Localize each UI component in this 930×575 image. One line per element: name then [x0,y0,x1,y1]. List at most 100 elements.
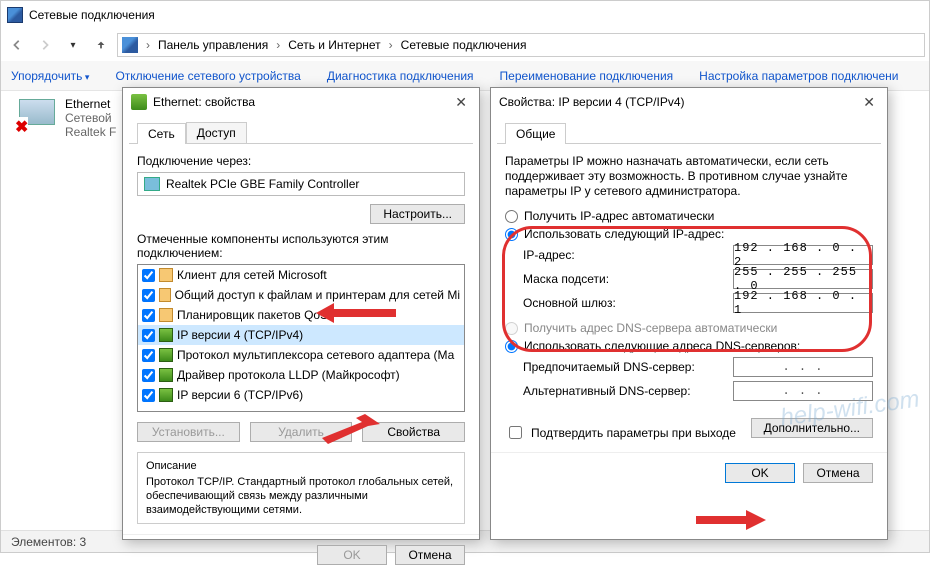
ip-address-input[interactable]: 192 . 168 . 0 . 2 [733,245,873,265]
ipv4-properties-dialog: Свойства: IP версии 4 (TCP/IPv4) ✕ Общие… [490,87,888,540]
radio-auto-ip-input[interactable] [505,210,518,223]
cancel-button[interactable]: Отмена [395,545,465,565]
gateway-label: Основной шлюз: [523,296,616,310]
radio-manual-ip-input[interactable] [505,228,518,241]
adapter-name: Ethernet [65,97,116,111]
radio-manual-ip-label: Использовать следующий IP-адрес: [524,227,724,241]
back-button[interactable] [5,33,29,57]
address-bar[interactable]: › Панель управления › Сеть и Интернет › … [117,33,925,57]
service-icon [159,288,171,302]
cmd-rename[interactable]: Переименование подключения [500,69,674,83]
validate-checkbox-row[interactable]: Подтвердить параметры при выходе [505,423,736,442]
tabs: Сеть Доступ [129,118,473,144]
component-item[interactable]: Драйвер протокола LLDP (Майкрософт) [138,365,464,385]
component-checkbox[interactable] [142,369,155,382]
component-label: IP версии 4 (TCP/IPv4) [177,328,303,342]
alt-dns-label: Альтернативный DNS-сервер: [523,384,691,398]
network-icon [7,7,23,23]
radio-manual-dns-input[interactable] [505,340,518,353]
component-item[interactable]: Протокол мультиплексора сетевого адаптер… [138,345,464,365]
protocol-icon [159,328,173,342]
crumb-control-panel[interactable]: Панель управления [158,38,268,52]
dialog-titlebar: Свойства: IP версии 4 (TCP/IPv4) ✕ [491,88,887,116]
arrow-right-icon [39,38,51,52]
location-icon [122,37,138,53]
pref-dns-input[interactable]: . . . [733,357,873,377]
adapter-state: Сетевой [65,111,116,125]
component-item[interactable]: Общий доступ к файлам и принтерам для се… [138,285,464,305]
components-label: Отмеченные компоненты используются этим … [137,232,465,260]
configure-button[interactable]: Настроить... [370,204,465,224]
crumb-network-connections[interactable]: Сетевые подключения [401,38,527,52]
advanced-button[interactable]: Дополнительно... [751,418,873,438]
protocol-icon [159,348,173,362]
cmd-organize[interactable]: Упорядочить [11,69,89,83]
component-checkbox[interactable] [142,349,155,362]
components-list[interactable]: Клиент для сетей Microsoft Общий доступ к… [137,264,465,412]
dialog-title: Ethernet: свойства [153,95,255,109]
component-checkbox[interactable] [142,289,155,302]
cmd-disable-device[interactable]: Отключение сетевого устройства [115,69,300,83]
adapter-name-value: Realtek PCIe GBE Family Controller [166,177,359,191]
tab-general[interactable]: Общие [505,123,566,144]
window-title: Сетевые подключения [29,8,155,22]
dialog-title: Свойства: IP версии 4 (TCP/IPv4) [499,95,685,109]
ok-button[interactable]: OK [317,545,387,565]
component-checkbox[interactable] [142,309,155,322]
description-box: Описание Протокол TCP/IP. Стандартный пр… [137,452,465,524]
radio-auto-dns-label: Получить адрес DNS-сервера автоматически [524,321,777,335]
radio-manual-dns[interactable]: Использовать следующие адреса DNS-сервер… [505,339,873,353]
component-checkbox[interactable] [142,329,155,342]
alt-dns-input[interactable]: . . . [733,381,873,401]
radio-manual-dns-label: Использовать следующие адреса DNS-сервер… [524,339,800,353]
close-button[interactable]: ✕ [859,94,879,111]
tab-network[interactable]: Сеть [137,123,186,144]
radio-auto-ip[interactable]: Получить IP-адрес автоматически [505,209,873,223]
chevron-right-icon: › [142,38,154,52]
cmd-diagnose[interactable]: Диагностика подключения [327,69,474,83]
dialog-titlebar: Ethernet: свойства ✕ [123,88,479,116]
properties-button[interactable]: Свойства [362,422,465,442]
disconnected-icon: ✖ [15,117,28,137]
validate-checkbox[interactable] [509,426,522,439]
component-item[interactable]: Клиент для сетей Microsoft [138,265,464,285]
remove-button[interactable]: Удалить [250,422,353,442]
subnet-mask-input[interactable]: 255 . 255 . 255 . 0 [733,269,873,289]
cancel-button[interactable]: Отмена [803,463,873,483]
component-item[interactable]: IP версии 6 (TCP/IPv6) [138,385,464,405]
close-button[interactable]: ✕ [451,94,471,111]
radio-auto-ip-label: Получить IP-адрес автоматически [524,209,714,223]
radio-manual-ip[interactable]: Использовать следующий IP-адрес: [505,227,873,241]
validate-label: Подтвердить параметры при выходе [531,426,736,440]
forward-button[interactable] [33,33,57,57]
description-title: Описание [146,459,456,473]
component-label: IP версии 6 (TCP/IPv6) [177,388,303,402]
component-item[interactable]: IP версии 4 (TCP/IPv4) [138,325,464,345]
adapter-icon [131,94,147,110]
tab-sharing[interactable]: Доступ [186,122,247,143]
adapter-ethernet[interactable]: ✖ Ethernet Сетевой Realtek F [19,97,116,139]
pref-dns-label: Предпочитаемый DNS-сервер: [523,360,695,374]
gateway-input[interactable]: 192 . 168 . 0 . 1 [733,293,873,313]
explorer-titlebar: Сетевые подключения [1,1,929,29]
connect-using-label: Подключение через: [137,154,465,168]
recent-button[interactable]: ▾ [61,33,85,57]
radio-auto-dns-input [505,322,518,335]
crumb-network-internet[interactable]: Сеть и Интернет [288,38,380,52]
cmd-settings[interactable]: Настройка параметров подключени [699,69,898,83]
component-label: Клиент для сетей Microsoft [177,268,327,282]
subnet-mask-label: Маска подсети: [523,272,609,286]
up-button[interactable] [89,33,113,57]
arrow-up-icon [95,38,107,52]
ok-button[interactable]: OK [725,463,795,483]
nic-icon [144,177,160,191]
component-label: Протокол мультиплексора сетевого адаптер… [177,348,454,362]
component-label: Драйвер протокола LLDP (Майкрософт) [177,368,400,382]
service-icon [159,308,173,322]
component-checkbox[interactable] [142,389,155,402]
component-checkbox[interactable] [142,269,155,282]
adapter-icon: ✖ [19,97,59,135]
install-button[interactable]: Установить... [137,422,240,442]
component-item[interactable]: Планировщик пакетов QoS [138,305,464,325]
ethernet-properties-dialog: Ethernet: свойства ✕ Сеть Доступ Подключ… [122,87,480,540]
